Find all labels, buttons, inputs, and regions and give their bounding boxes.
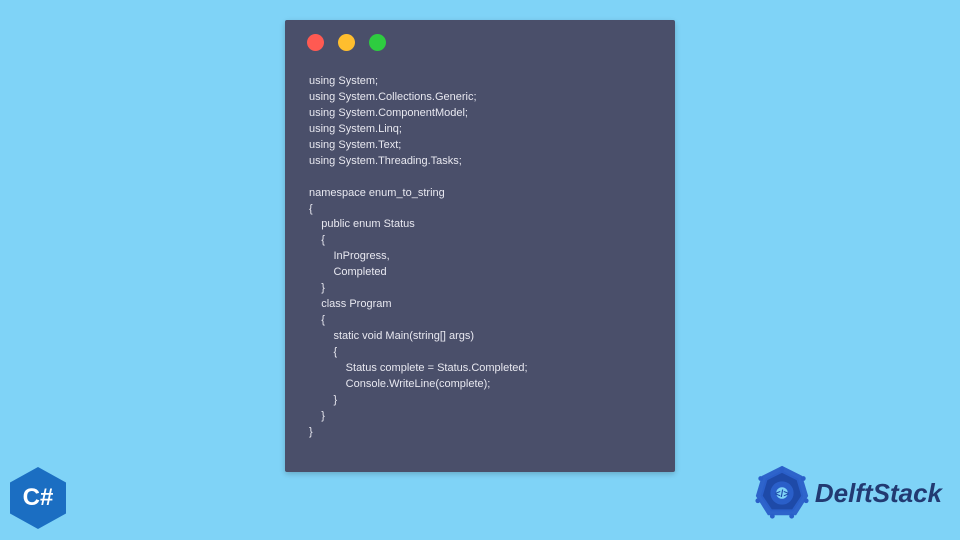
csharp-hexagon-icon: C#	[10, 467, 66, 529]
csharp-badge: C#	[8, 464, 68, 532]
brand-name: DelftStack	[815, 478, 942, 509]
delftstack-logo: </> DelftStack	[753, 464, 942, 522]
close-icon[interactable]	[307, 34, 324, 51]
gear-icon: </>	[753, 464, 811, 522]
svg-text:</>: </>	[775, 489, 789, 500]
code-window: using System; using System.Collections.G…	[285, 20, 675, 472]
code-content: using System; using System.Collections.G…	[285, 64, 675, 461]
minimize-icon[interactable]	[338, 34, 355, 51]
maximize-icon[interactable]	[369, 34, 386, 51]
csharp-label: C#	[23, 484, 54, 512]
window-titlebar	[285, 20, 675, 64]
